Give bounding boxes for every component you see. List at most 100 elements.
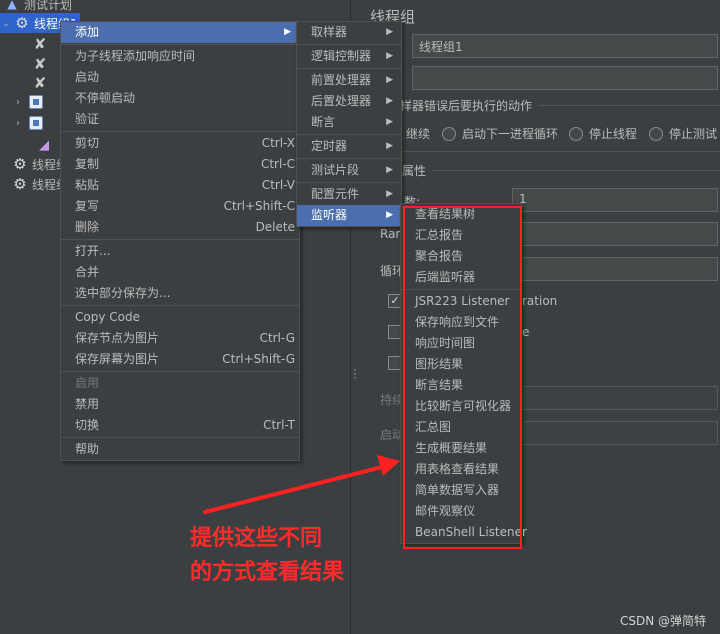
wrench-icon: ✘ bbox=[33, 74, 47, 92]
menu-item-label: 配置元件 bbox=[311, 187, 360, 201]
menu-item-enable: 启用 bbox=[61, 373, 299, 394]
menu-item-add[interactable]: 添加 ▶ bbox=[61, 22, 299, 43]
submenu-item-test-fragment[interactable]: 测试片段 ▶ bbox=[297, 160, 401, 181]
radio-stop-test[interactable]: 停止测试 bbox=[649, 125, 717, 142]
menu-item-open[interactable]: 打开... bbox=[61, 241, 299, 262]
menu-item-start[interactable]: 启动 bbox=[61, 67, 299, 88]
menu-item-label: 打开... bbox=[75, 244, 111, 258]
menu-item-shortcut: Delete bbox=[255, 220, 295, 234]
divider bbox=[538, 105, 720, 106]
annotation-text: 提供这些不同 的方式查看结果 bbox=[190, 522, 344, 590]
submenu-arrow-icon: ▶ bbox=[386, 96, 393, 106]
menu-separator bbox=[61, 239, 299, 240]
tree-item-test-plan[interactable]: ▲ 测试计划 bbox=[4, 0, 72, 14]
menu-item-start-no-pause[interactable]: 不停顿启动 bbox=[61, 88, 299, 109]
radio-button[interactable] bbox=[569, 127, 583, 141]
submenu-item-assertion[interactable]: 断言 ▶ bbox=[297, 112, 401, 133]
chevron-right-icon[interactable]: › bbox=[16, 118, 28, 129]
menu-item-label: 合并 bbox=[75, 265, 100, 279]
threads-field[interactable]: 1 bbox=[512, 188, 718, 212]
menu-item-shortcut: Ctrl-C bbox=[260, 157, 295, 171]
submenu-item-pre-processor[interactable]: 前置处理器 ▶ bbox=[297, 70, 401, 91]
loop-field[interactable] bbox=[512, 257, 718, 281]
menu-item-add-response-time[interactable]: 为子线程添加响应时间 bbox=[61, 46, 299, 67]
radio-continue[interactable]: 继续 bbox=[406, 125, 430, 142]
menu-item-paste[interactable]: 粘贴 Ctrl-V bbox=[61, 175, 299, 196]
gear-icon: ⚙ bbox=[13, 175, 27, 193]
menu-item-label: 逻辑控制器 bbox=[311, 49, 372, 63]
same-user-label-fragment: ration bbox=[522, 294, 558, 308]
properties-label: 属性 bbox=[402, 164, 427, 178]
gear-icon: ⚙ bbox=[13, 155, 27, 173]
menu-item-toggle[interactable]: 切换 Ctrl-T bbox=[61, 415, 299, 436]
menu-item-shortcut: Ctrl-V bbox=[261, 178, 295, 192]
menu-item-label: 切换 bbox=[75, 418, 100, 432]
submenu-arrow-icon: ▶ bbox=[386, 210, 393, 220]
menu-item-label: 保存节点为图片 bbox=[75, 331, 160, 345]
menu-item-copy[interactable]: 复制 Ctrl-C bbox=[61, 154, 299, 175]
menu-item-shortcut: Ctrl-T bbox=[263, 418, 295, 432]
tree-item-listener[interactable]: ◢ bbox=[36, 135, 56, 155]
menu-item-duplicate[interactable]: 复写 Ctrl+Shift-C bbox=[61, 196, 299, 217]
submenu-arrow-icon: ▶ bbox=[386, 141, 393, 151]
menu-item-shortcut: Ctrl-G bbox=[259, 331, 295, 345]
menu-item-label: 选中部分保存为... bbox=[75, 286, 171, 300]
submenu-item-logic-controller[interactable]: 逻辑控制器 ▶ bbox=[297, 46, 401, 67]
ramp-up-field[interactable] bbox=[512, 222, 718, 246]
menu-item-label: 为子线程添加响应时间 bbox=[75, 49, 196, 63]
radio-button[interactable] bbox=[649, 127, 663, 141]
highlight-box bbox=[403, 206, 522, 549]
menu-separator bbox=[61, 371, 299, 372]
submenu-arrow-icon: ▶ bbox=[386, 189, 393, 199]
menu-item-label: 不停顿启动 bbox=[75, 91, 136, 105]
controller-icon bbox=[28, 94, 44, 110]
menu-item-label: 启动 bbox=[75, 70, 100, 84]
radio-label: 启动下一进程循环 bbox=[462, 127, 559, 141]
menu-separator bbox=[297, 44, 401, 45]
menu-item-merge[interactable]: 合并 bbox=[61, 262, 299, 283]
submenu-item-listener[interactable]: 监听器 ▶ bbox=[297, 205, 401, 226]
radio-button[interactable] bbox=[442, 127, 456, 141]
tree-item-label: 测试计划 bbox=[24, 0, 73, 12]
name-field[interactable]: 线程组1 bbox=[412, 34, 718, 58]
tree-item-sampler[interactable]: ✘ bbox=[32, 54, 52, 74]
radio-next-loop[interactable]: 启动下一进程循环 bbox=[442, 125, 558, 142]
annotation-line-1: 提供这些不同 bbox=[190, 526, 323, 551]
menu-item-save-selection-as[interactable]: 选中部分保存为... bbox=[61, 283, 299, 304]
submenu-arrow-icon: ▶ bbox=[386, 165, 393, 175]
submenu-item-config-element[interactable]: 配置元件 ▶ bbox=[297, 184, 401, 205]
menu-item-label: 复制 bbox=[75, 157, 100, 171]
tree-item-sampler[interactable]: ✘ bbox=[32, 73, 52, 93]
chevron-right-icon[interactable]: › bbox=[16, 97, 28, 108]
menu-item-label: 启用 bbox=[75, 376, 100, 390]
submenu-item-post-processor[interactable]: 后置处理器 ▶ bbox=[297, 91, 401, 112]
submenu-arrow-icon: ▶ bbox=[386, 75, 393, 85]
duration-field[interactable] bbox=[512, 386, 718, 410]
chevron-down-icon[interactable]: ⌄ bbox=[2, 18, 14, 29]
submenu-item-timer[interactable]: 定时器 ▶ bbox=[297, 136, 401, 157]
startup-delay-field[interactable] bbox=[512, 421, 718, 445]
menu-item-validate[interactable]: 验证 bbox=[61, 109, 299, 130]
drag-handle-icon[interactable]: · · · bbox=[353, 364, 357, 384]
radio-stop-thread[interactable]: 停止线程 bbox=[569, 125, 637, 142]
menu-item-delete[interactable]: 删除 Delete bbox=[61, 217, 299, 238]
menu-item-cut[interactable]: 剪切 Ctrl-X bbox=[61, 133, 299, 154]
menu-item-save-node-image[interactable]: 保存节点为图片 Ctrl-G bbox=[61, 328, 299, 349]
menu-separator bbox=[61, 44, 299, 45]
tree-item-controller[interactable]: › bbox=[16, 92, 48, 112]
menu-item-copy-code[interactable]: Copy Code bbox=[61, 307, 299, 328]
error-action-label: 样器错误后要执行的动作 bbox=[400, 99, 533, 113]
menu-separator bbox=[61, 437, 299, 438]
menu-item-label: Copy Code bbox=[75, 310, 140, 324]
submenu-arrow-icon: ▶ bbox=[386, 51, 393, 61]
tree-item-controller[interactable]: › bbox=[16, 113, 48, 133]
menu-item-label: 后置处理器 bbox=[311, 94, 372, 108]
menu-item-save-screen-image[interactable]: 保存屏幕为图片 Ctrl+Shift-G bbox=[61, 349, 299, 370]
menu-item-label: 验证 bbox=[75, 112, 100, 126]
tree-item-sampler[interactable]: ✘ bbox=[32, 34, 52, 54]
submenu-item-sampler[interactable]: 取样器 ▶ bbox=[297, 22, 401, 43]
menu-item-help[interactable]: 帮助 bbox=[61, 439, 299, 460]
comment-field[interactable] bbox=[412, 66, 718, 90]
menu-item-disable[interactable]: 禁用 bbox=[61, 394, 299, 415]
menu-item-shortcut: Ctrl+Shift-C bbox=[223, 199, 295, 213]
